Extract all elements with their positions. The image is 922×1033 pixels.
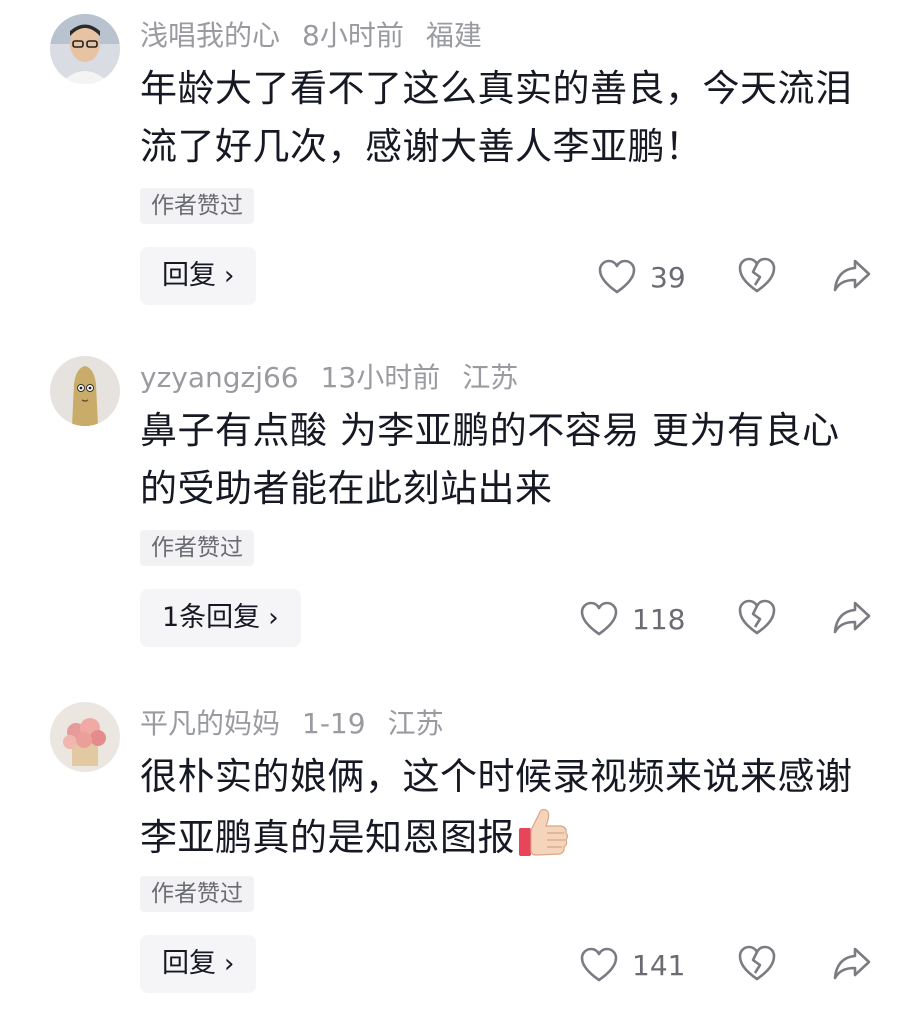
dislike-button[interactable] <box>738 256 776 298</box>
chevron-right-icon: › <box>268 603 279 633</box>
avatar[interactable] <box>50 14 120 84</box>
comment-text: 年龄大了看不了这么真实的善良，今天流泪流了好几次，感谢大善人李亚鹏！ <box>140 67 853 168</box>
like-button[interactable]: 141 <box>580 943 685 987</box>
like-count: 118 <box>632 602 686 636</box>
comment-text-body: 很朴实的娘俩，这个时候录视频来说来感谢李亚鹏真的是知恩图报 <box>140 755 853 859</box>
reply-button[interactable]: 1条回复 › <box>140 589 301 647</box>
like-button[interactable]: 118 <box>580 597 685 641</box>
broken-heart-icon <box>738 945 776 981</box>
comment-item: yzyangzj66 13小时前 江苏 鼻子有点酸 为李亚鹏的不容易 更为有良心的受… <box>0 342 922 687</box>
avatar[interactable] <box>50 356 120 426</box>
avatar[interactable] <box>50 702 120 772</box>
comment-text: 很朴实的娘俩，这个时候录视频来说来感谢李亚鹏真的是知恩图报 <box>140 748 870 877</box>
share-button[interactable] <box>833 598 871 640</box>
dislike-button[interactable] <box>738 944 776 986</box>
reply-label: 回复 <box>162 948 216 979</box>
author-liked-badge: 作者赞过 <box>140 530 254 566</box>
username[interactable]: yzyangzj66 <box>140 361 299 394</box>
reply-label: 1条回复 <box>162 602 261 633</box>
dislike-button[interactable] <box>738 598 776 640</box>
heart-outline-icon <box>598 259 636 294</box>
broken-heart-icon <box>738 257 776 293</box>
location: 江苏 <box>462 361 519 394</box>
reply-label: 回复 <box>162 260 216 291</box>
heart-outline-icon <box>580 601 618 636</box>
share-arrow-icon <box>833 947 871 980</box>
author-liked-badge: 作者赞过 <box>140 876 254 912</box>
comment-item: 平凡的妈妈 1-19 江苏 很朴实的娘俩，这个时候录视频来说来感谢李亚鹏真的是知恩图… <box>0 688 922 1033</box>
comment-text: 鼻子有点酸 为李亚鹏的不容易 更为有良心的受助者能在此刻站出来 <box>140 409 840 510</box>
thumbs-up-icon <box>517 806 569 877</box>
share-arrow-icon <box>833 601 871 634</box>
location: 福建 <box>425 19 482 52</box>
like-button[interactable]: 39 <box>598 255 686 299</box>
reply-button[interactable]: 回复 › <box>140 247 257 305</box>
like-count: 39 <box>650 260 686 294</box>
share-button[interactable] <box>833 944 871 986</box>
timestamp: 1-19 <box>302 707 366 740</box>
share-button[interactable] <box>833 256 871 298</box>
comment-meta: yzyangzj66 13小时前 江苏 <box>140 356 540 400</box>
location: 江苏 <box>387 707 444 740</box>
share-arrow-icon <box>833 259 871 292</box>
comment-meta: 平凡的妈妈 1-19 江苏 <box>140 702 466 746</box>
author-liked-badge: 作者赞过 <box>140 188 254 224</box>
like-count: 141 <box>632 948 686 982</box>
heart-outline-icon <box>580 947 618 982</box>
comment-item: 浅唱我的心 8小时前 福建 年龄大了看不了这么真实的善良，今天流泪流了好几次，感谢大… <box>0 0 922 345</box>
username[interactable]: 浅唱我的心 <box>140 19 280 52</box>
username[interactable]: 平凡的妈妈 <box>140 707 280 740</box>
timestamp: 13小时前 <box>320 361 441 394</box>
reply-button[interactable]: 回复 › <box>140 935 257 993</box>
broken-heart-icon <box>738 599 776 635</box>
timestamp: 8小时前 <box>302 19 404 52</box>
chevron-right-icon: › <box>224 261 235 291</box>
comment-meta: 浅唱我的心 8小时前 福建 <box>140 14 504 58</box>
chevron-right-icon: › <box>224 949 235 979</box>
